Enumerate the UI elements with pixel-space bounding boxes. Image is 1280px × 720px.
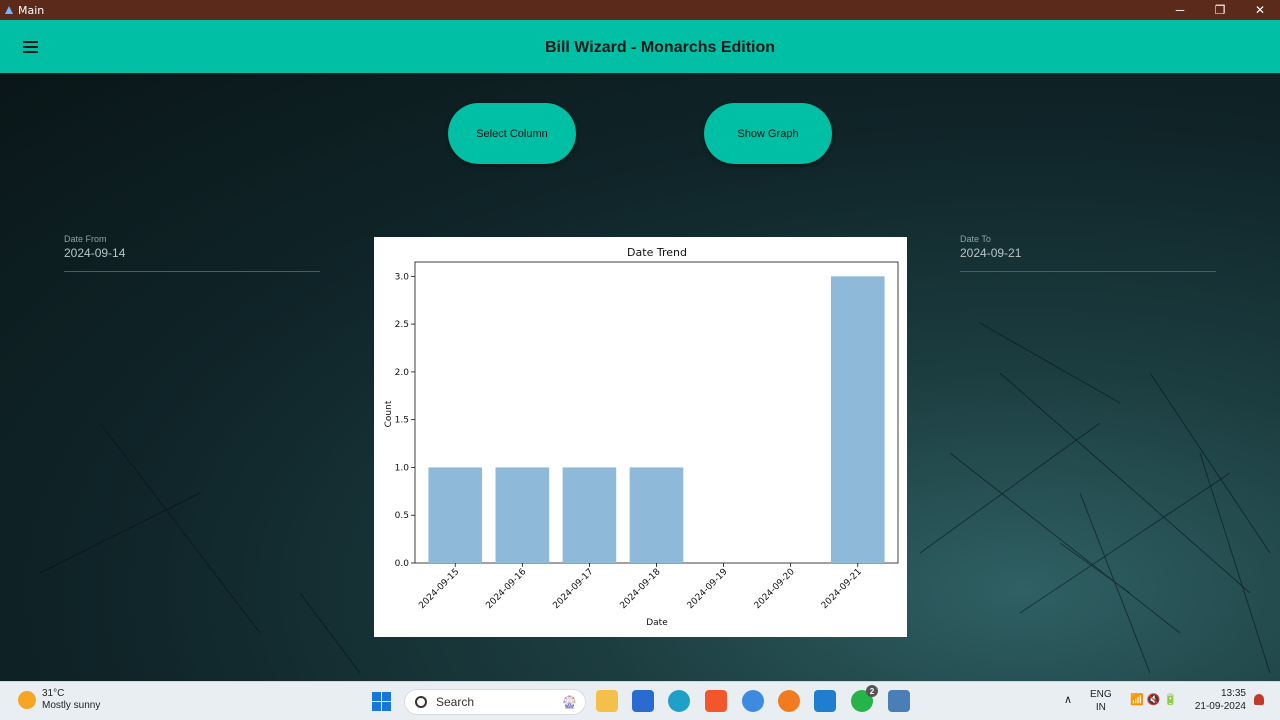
app-icon bbox=[5, 6, 13, 14]
y-tick-label-1.0: 1.0 bbox=[395, 463, 410, 473]
date-to-value[interactable]: 2024-09-21 bbox=[960, 246, 1216, 260]
x-tick-label-2024-09-17: 2024-09-17 bbox=[551, 567, 595, 611]
date-from-value[interactable]: 2024-09-14 bbox=[64, 246, 320, 260]
x-tick-label-2024-09-20: 2024-09-20 bbox=[753, 567, 797, 611]
chart-panel: Date Trend Date Count 0.0 0.5 1.0 1.5 2.0 2.5… bbox=[374, 237, 907, 637]
weather-widget[interactable]: 31°C Mostly sunny bbox=[18, 688, 100, 712]
y-tick-label-1.5: 1.5 bbox=[395, 416, 409, 426]
x-tick-label-2024-09-16: 2024-09-16 bbox=[484, 567, 528, 611]
x-tick-label-2024-09-21: 2024-09-21 bbox=[820, 567, 864, 611]
python-icon[interactable] bbox=[888, 690, 910, 712]
firefox-icon[interactable] bbox=[778, 690, 800, 712]
sun-icon bbox=[18, 691, 36, 709]
date-to-field[interactable]: Date To 2024-09-21 bbox=[960, 233, 1216, 272]
clock-time: 13:35 bbox=[1220, 688, 1246, 699]
window-titlebar: Main ─ ❐ ✕ bbox=[0, 0, 1280, 20]
window-title: Main bbox=[18, 3, 45, 17]
search-icon bbox=[415, 696, 427, 708]
search-label: Search bbox=[436, 695, 475, 709]
date-trend-chart: Date Trend Date Count 0.0 0.5 1.0 1.5 2.0 2.5… bbox=[384, 246, 899, 628]
chart-ylabel: Count bbox=[384, 400, 394, 427]
weather-desc: Mostly sunny bbox=[42, 700, 101, 711]
bar-2024-09-21 bbox=[830, 276, 885, 563]
y-tick-label-0.5: 0.5 bbox=[395, 511, 409, 521]
lang-code: ENG bbox=[1090, 689, 1112, 700]
edge-icon[interactable] bbox=[668, 690, 690, 712]
store-icon[interactable] bbox=[632, 690, 654, 712]
x-tick-label-2024-09-15: 2024-09-15 bbox=[417, 567, 461, 611]
app-toolbar: Bill Wizard - Monarchs Edition bbox=[0, 20, 1280, 73]
search-highlight-icon: 🎡 bbox=[562, 695, 577, 709]
chart-xlabel: Date bbox=[646, 618, 668, 628]
show-graph-button[interactable]: Show Graph bbox=[704, 103, 832, 164]
chevron-up-icon[interactable]: ∧ bbox=[1064, 693, 1072, 706]
app-icon[interactable] bbox=[742, 690, 764, 712]
network-volume-battery-icons[interactable]: 📶 🔇 🔋 bbox=[1130, 693, 1177, 706]
chart-x-axis: 2024-09-15 2024-09-16 2024-09-17 2024-09-18… bbox=[417, 563, 864, 611]
clock[interactable]: 13:35 21-09-2024 bbox=[1190, 687, 1246, 713]
x-tick-label-2024-09-19: 2024-09-19 bbox=[686, 567, 730, 611]
chart-bars bbox=[428, 276, 885, 563]
brave-icon[interactable] bbox=[705, 690, 727, 712]
bar-2024-09-16 bbox=[495, 467, 550, 563]
y-tick-label-0.0: 0.0 bbox=[395, 559, 410, 569]
chart-y-axis: 0.0 0.5 1.0 1.5 2.0 2.5 3.0 bbox=[395, 272, 415, 569]
notification-bell-icon[interactable] bbox=[1254, 694, 1264, 705]
date-from-label: Date From bbox=[64, 234, 107, 244]
bar-2024-09-15 bbox=[428, 467, 483, 563]
weather-temp: 31°C bbox=[42, 688, 65, 699]
close-button[interactable]: ✕ bbox=[1240, 0, 1280, 20]
whatsapp-badge: 2 bbox=[866, 685, 878, 697]
taskbar-search[interactable]: Search 🎡 bbox=[404, 689, 586, 715]
bar-2024-09-18 bbox=[629, 467, 684, 563]
main-content: Select Column Show Graph Date From 2024-… bbox=[0, 73, 1280, 681]
chart-title: Date Trend bbox=[627, 246, 687, 259]
bar-2024-09-17 bbox=[562, 467, 617, 563]
y-tick-label-2.0: 2.0 bbox=[395, 368, 410, 378]
app-title: Bill Wizard - Monarchs Edition bbox=[544, 39, 776, 56]
select-column-button[interactable]: Select Column bbox=[448, 103, 576, 164]
y-tick-label-2.5: 2.5 bbox=[395, 320, 409, 330]
file-explorer-icon[interactable] bbox=[596, 690, 618, 712]
x-tick-label-2024-09-18: 2024-09-18 bbox=[619, 567, 663, 611]
date-from-field[interactable]: Date From 2024-09-14 bbox=[64, 233, 320, 272]
region-code: IN bbox=[1095, 702, 1106, 713]
vscode-icon[interactable] bbox=[814, 690, 836, 712]
y-tick-label-3.0: 3.0 bbox=[395, 272, 410, 282]
whatsapp-icon[interactable]: 2 bbox=[851, 685, 878, 712]
date-to-label: Date To bbox=[960, 234, 991, 244]
clock-date: 21-09-2024 bbox=[1194, 701, 1246, 712]
taskbar: 31°C Mostly sunny Search 🎡 2 ∧ ENG IN 📶 … bbox=[0, 681, 1280, 720]
language-indicator[interactable]: ENG IN bbox=[1090, 688, 1112, 714]
minimize-button[interactable]: ─ bbox=[1160, 0, 1200, 20]
windows-start-icon[interactable] bbox=[372, 692, 391, 711]
restore-button[interactable]: ❐ bbox=[1200, 0, 1240, 20]
